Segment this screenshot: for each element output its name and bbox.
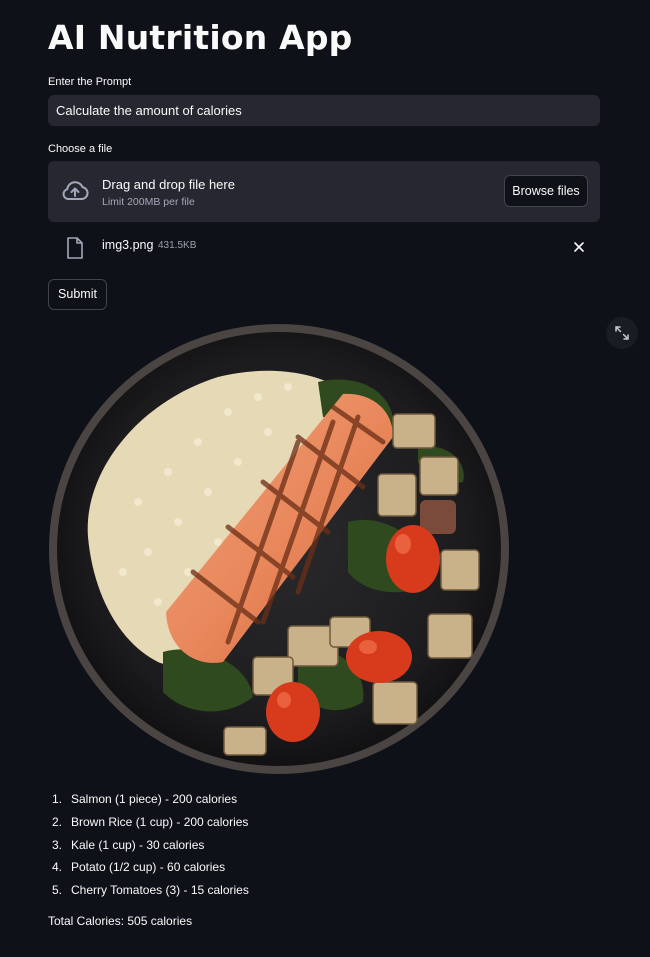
uploaded-file-size: 431.5KB: [158, 240, 197, 251]
file-uploader-label: Choose a file: [48, 143, 113, 155]
fullscreen-button[interactable]: [606, 317, 638, 349]
cloud-upload-icon: [62, 181, 89, 200]
list-item: 5. Cherry Tomatoes (3) - 15 calories: [52, 883, 249, 898]
dropzone-instructions: Drag and drop file here: [102, 177, 235, 192]
list-item: 3. Kale (1 cup) - 30 calories: [52, 837, 205, 852]
food-image: [49, 324, 509, 774]
file-dropzone[interactable]: Drag and drop file here Limit 200MB per …: [48, 161, 600, 222]
file-icon: [67, 237, 83, 259]
list-item: 2. Brown Rice (1 cup) - 200 calories: [52, 814, 249, 829]
list-item: 1. Salmon (1 piece) - 200 calories: [52, 792, 238, 806]
uploaded-file-row: img3.png 431.5KB: [48, 232, 600, 264]
browse-files-button[interactable]: Browse files: [504, 175, 588, 207]
dropzone-limit: Limit 200MB per file: [102, 196, 195, 208]
total-calories: Total Calories: 505 calories: [48, 914, 193, 928]
calorie-results-list: 1. Salmon (1 piece) - 200 calories 2. Brow…: [48, 790, 249, 904]
fullscreen-icon: [615, 326, 629, 340]
prompt-label: Enter the Prompt: [48, 76, 132, 88]
close-icon[interactable]: [572, 240, 586, 254]
uploaded-file-name: img3.png: [102, 238, 154, 252]
page-title: AI Nutrition App: [48, 18, 353, 57]
prompt-input[interactable]: Calculate the amount of calories: [48, 95, 600, 126]
submit-button[interactable]: Submit: [48, 279, 107, 310]
list-item: 4. Potato (1/2 cup) - 60 calories: [52, 860, 226, 875]
